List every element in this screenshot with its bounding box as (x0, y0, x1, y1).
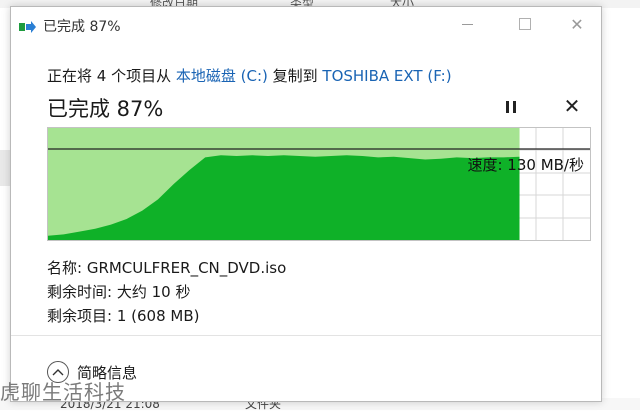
copy-prefix: 正在将 4 个项目从 (47, 67, 176, 85)
pause-button[interactable] (501, 97, 521, 117)
watermark: 虎聊生活科技 (0, 380, 126, 404)
minimize-button[interactable] (449, 11, 485, 37)
file-name: 名称: GRMCULFRER_CN_DVD.iso (47, 259, 287, 277)
maximize-button[interactable] (507, 11, 543, 37)
copy-app-icon (19, 18, 37, 33)
window-title: 已完成 87% (43, 19, 121, 35)
cancel-button[interactable]: ✕ (561, 94, 583, 118)
title-bar[interactable]: 已完成 87% ✕ (11, 7, 601, 41)
pause-icon (504, 101, 518, 113)
copy-middle: 复制到 (267, 67, 323, 85)
speed-label: 速度: 130 MB/秒 (467, 156, 584, 174)
cancel-icon: ✕ (563, 94, 581, 118)
minimize-icon (461, 23, 473, 25)
time-remaining: 剩余时间: 大约 10 秒 (47, 283, 191, 301)
close-button[interactable]: ✕ (559, 11, 595, 37)
maximize-icon (519, 18, 531, 30)
divider (11, 335, 601, 336)
source-link[interactable]: 本地磁盘 (C:) (176, 67, 268, 85)
items-remaining: 剩余项目: 1 (608 MB) (47, 307, 200, 325)
speed-graph-canvas (48, 128, 590, 240)
destination-link[interactable]: TOSHIBA EXT (F:) (322, 67, 451, 85)
copy-progress-dialog: 已完成 87% ✕ 正在将 4 个项目从 本地磁盘 (C:) 复制到 TOSHI… (10, 6, 602, 402)
copy-description: 正在将 4 个项目从 本地磁盘 (C:) 复制到 TOSHIBA EXT (F:… (47, 65, 452, 86)
background-panel (0, 150, 10, 186)
speed-graph: 速度: 130 MB/秒 (47, 127, 591, 241)
progress-percent: 已完成 87% (47, 97, 164, 121)
close-icon: ✕ (570, 14, 584, 34)
